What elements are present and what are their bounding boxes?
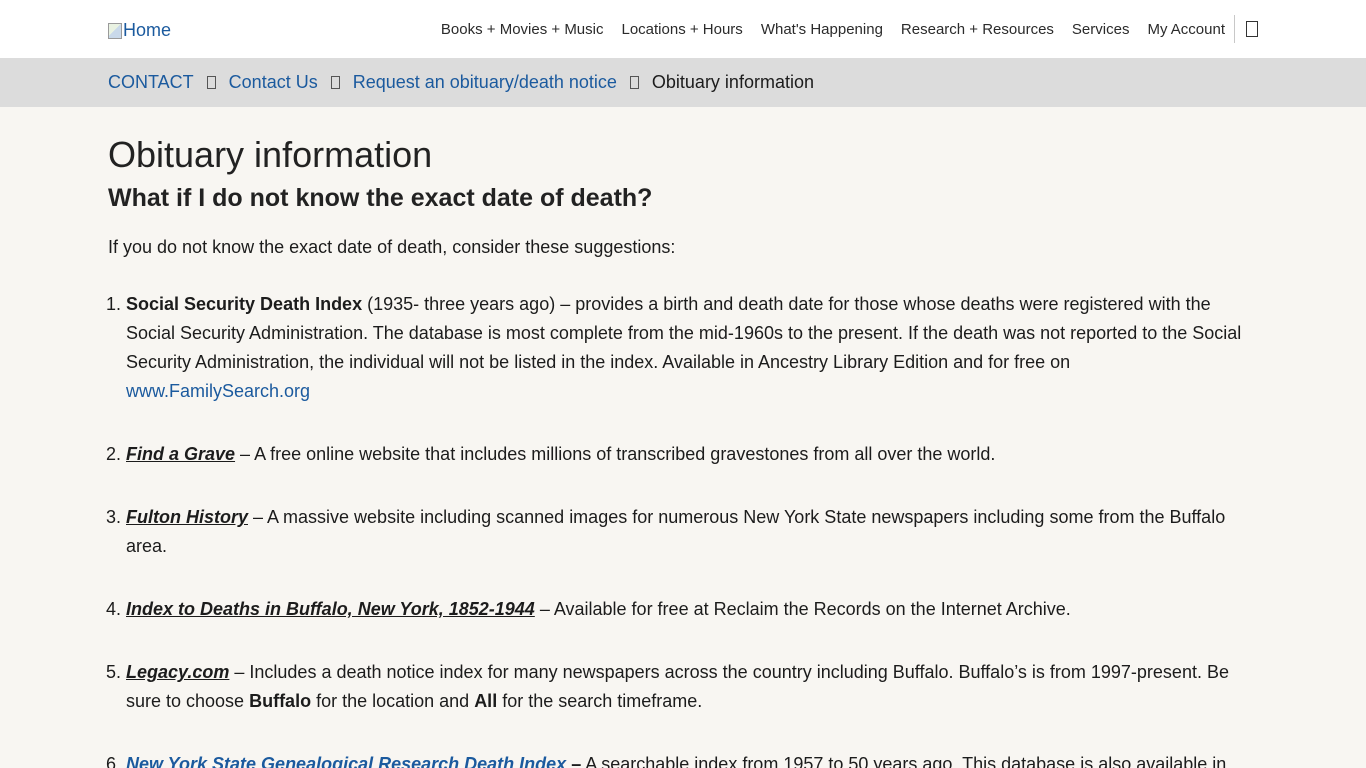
logo-alt-text: Home [123,20,172,40]
nav-divider [1234,15,1235,43]
chevron-right-icon [330,76,340,89]
main-nav: Books + Movies + Music Locations + Hours… [423,0,1258,58]
chevron-right-icon [206,76,216,89]
chevron-right-icon [629,76,639,89]
nys-death-index-link[interactable]: New York State Genealogical Research Dea… [126,754,566,768]
suggestions-list: Social Security Death Index (1935- three… [126,290,1258,768]
section-heading: What if I do not know the exact date of … [108,184,653,212]
list-item: Index to Deaths in Buffalo, New York, 18… [126,595,1258,624]
item-text: for the location and [311,691,475,711]
nav-locations-hours[interactable]: Locations + Hours [621,21,742,38]
list-item: Legacy.com – Includes a death notice ind… [126,658,1258,716]
list-item: Find a Grave – A free online website tha… [126,440,1258,469]
nav-whats-happening[interactable]: What's Happening [761,21,883,38]
nav-research-resources[interactable]: Research + Resources [901,21,1054,38]
item-term: Social Security Death Index [126,294,363,314]
item-text: – A free online website that includes mi… [235,444,996,464]
item-text: A searchable index from 1957 to 50 years… [581,754,1227,768]
item-text: – Available for free at Reclaim the Reco… [534,599,1071,619]
item-bold: All [474,691,498,711]
home-logo-link[interactable]: Home [108,20,171,41]
nav-services[interactable]: Services [1072,21,1130,38]
breadcrumb-contact-us[interactable]: Contact Us [229,72,318,93]
search-icon[interactable] [1246,21,1258,37]
index-to-deaths-link[interactable]: Index to Deaths in Buffalo, New York, 18… [126,599,535,619]
fulton-history-link[interactable]: Fulton History [126,507,248,527]
breadcrumb-request-obituary[interactable]: Request an obituary/death notice [353,72,617,93]
breadcrumb-current: Obituary information [651,72,814,92]
list-item: Fulton History – A massive website inclu… [126,503,1258,561]
broken-image-icon [108,22,122,39]
item-text: – A massive website including scanned im… [126,507,1226,556]
breadcrumb-contact[interactable]: CONTACT [108,72,194,93]
site-header: Home Books + Movies + Music Locations + … [0,0,1366,58]
find-a-grave-link[interactable]: Find a Grave [126,444,235,464]
item-text: for the search timeframe. [497,691,703,711]
intro-text: If you do not know the exact date of dea… [108,237,676,257]
nav-my-account[interactable]: My Account [1147,21,1225,38]
legacy-link[interactable]: Legacy.com [126,662,229,682]
familysearch-link[interactable]: www.FamilySearch.org [126,381,310,401]
list-item: New York State Genealogical Research Dea… [126,750,1258,768]
list-item: Social Security Death Index (1935- three… [126,290,1258,406]
main-content: Obituary information What if I do not kn… [0,135,1366,768]
nav-books-movies-music[interactable]: Books + Movies + Music [441,21,604,38]
breadcrumb: CONTACT Contact Us Request an obituary/d… [0,58,1366,107]
item-bold: Buffalo [249,691,312,711]
page-title: Obituary information [108,134,433,175]
item-dash: – [566,754,582,768]
